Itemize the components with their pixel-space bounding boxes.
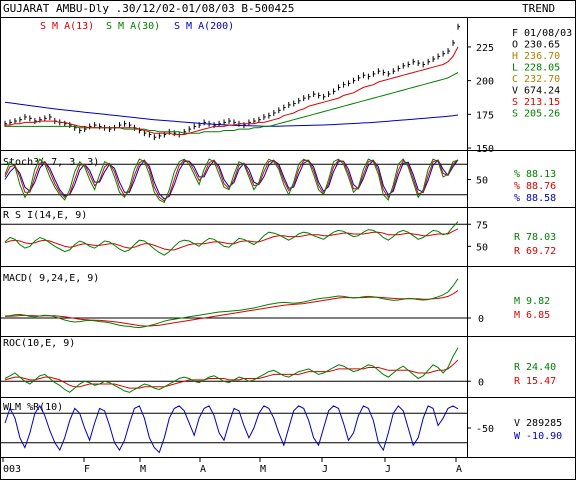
rsi-ytick-label: 50 xyxy=(476,242,488,253)
price-ytick-label: 200 xyxy=(476,77,494,88)
macd-readout: M 9.82 xyxy=(514,296,550,307)
wlm-readout: V 289285 xyxy=(514,418,562,429)
x-tick-label: J xyxy=(322,464,328,475)
x-tick-label: M xyxy=(140,464,146,475)
roc-title: ROC(10,E, 9) xyxy=(3,338,75,349)
price-readout: S 205.26 xyxy=(512,109,560,120)
roc-readout: R 15.47 xyxy=(514,376,556,387)
price-ytick-label: 150 xyxy=(476,144,494,155)
macd-title: MACD( 9,24,E, 9) xyxy=(3,273,99,284)
macd-series-signal xyxy=(4,290,459,327)
x-tick-label: 003 xyxy=(3,464,21,475)
legend-sma30: S M A(30) xyxy=(106,21,160,32)
price-ytick-label: 225 xyxy=(476,43,494,54)
rsi-readout: R 78.03 xyxy=(514,232,556,243)
price-readout: F 01/08/03 xyxy=(512,28,572,39)
stoch-pane: 50 Stoch3( 7, 3, 3) % 88.13% 88.76% 88.58 xyxy=(0,157,576,208)
chart-title: GUJARAT AMBU-Dly .30/12/02-01/08/03 B-50… xyxy=(3,2,294,15)
roc-series-ma xyxy=(4,359,459,389)
x-tick-label: A xyxy=(456,464,462,475)
price-ytick-label: 175 xyxy=(476,110,494,121)
x-tick-label: M xyxy=(260,464,266,475)
price-readout: C 232.70 xyxy=(512,74,560,85)
rsi-ytick-label: 75 xyxy=(476,220,488,231)
stoch-title: Stoch3( 7, 3, 3) xyxy=(3,157,99,168)
price-readout: O 230.65 xyxy=(512,40,560,51)
macd-ytick-label: 0 xyxy=(478,314,484,325)
price-bars xyxy=(4,23,460,141)
rsi-pane: 50 75 R S I(14,E, 9) R 78.03 R 69.72 xyxy=(0,210,576,267)
wlm-ytick-label: -50 xyxy=(476,424,494,435)
x-tick-label: J xyxy=(385,464,391,475)
wlm-pane: -50WLM %R(10)V 289285W -10.90 xyxy=(0,402,576,458)
x-tick-label: F xyxy=(84,464,90,475)
price-pane: 150 175 200 225 F 01/08/03O 230.65H 236.70L … xyxy=(0,23,576,155)
price-readout: L 228.05 xyxy=(512,63,560,74)
x-tick-label: A xyxy=(200,464,206,475)
roc-readout: R 24.40 xyxy=(514,362,556,373)
rsi-readout: R 69.72 xyxy=(514,246,556,257)
stoch-readout: % 88.76 xyxy=(514,181,556,192)
macd-readout: M 6.85 xyxy=(514,310,550,321)
chart-panes: 150 175 200 225 F 01/08/03O 230.65H 236.70L … xyxy=(0,23,576,458)
rsi-series-rsi xyxy=(4,221,459,256)
macd-series-macd xyxy=(4,278,459,329)
price-readout: H 236.70 xyxy=(512,51,560,62)
price-readout: V 674.24 xyxy=(512,86,560,97)
rsi-title: R S I(14,E, 9) xyxy=(3,210,87,221)
technical-chart: GUJARAT AMBU-Dly .30/12/02-01/08/03 B-50… xyxy=(0,0,576,480)
macd-pane: 0 MACD( 9,24,E, 9) M 9.82 M 6.85 xyxy=(0,273,576,337)
roc-pane: 0 ROC(10,E, 9) R 24.40 R 15.47 xyxy=(0,338,576,398)
x-axis: 003 F M A M J J A xyxy=(2,457,462,475)
stoch-readout: % 88.58 xyxy=(514,193,556,204)
wlm-readout: W -10.90 xyxy=(514,431,562,442)
price-readout: S 213.15 xyxy=(512,97,560,108)
legend-sma13: S M A(13) xyxy=(40,21,94,32)
sma200-line xyxy=(4,101,459,127)
stoch-ytick-label: 50 xyxy=(476,176,488,187)
trend-label: TREND xyxy=(522,2,555,15)
stoch-readout: % 88.13 xyxy=(514,169,556,180)
roc-ytick-label: 0 xyxy=(478,377,484,388)
legend-sma200: S M A(200) xyxy=(174,21,234,32)
